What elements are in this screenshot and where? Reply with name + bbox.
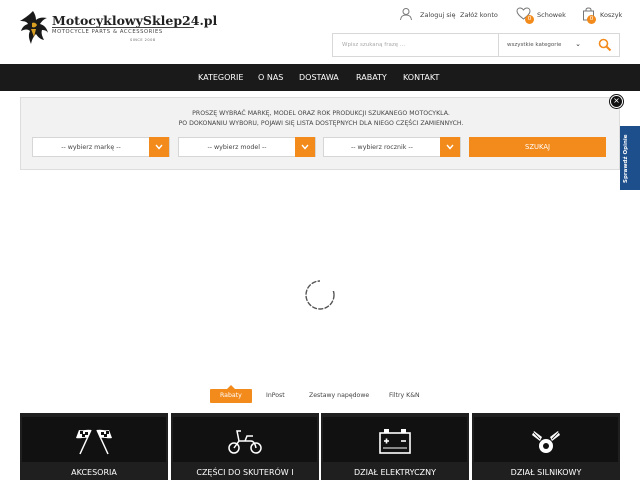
- eagle-logo-icon: [20, 11, 48, 44]
- tab-inpost[interactable]: InPost: [266, 389, 285, 403]
- nav-item-discounts[interactable]: RABATY: [356, 73, 387, 82]
- brand-select-value: -- wybierz markę --: [61, 144, 121, 151]
- nav-item-about[interactable]: O NAS: [258, 73, 283, 82]
- close-icon[interactable]: ×: [610, 95, 623, 108]
- category-card-accessories[interactable]: AKCESORIA: [20, 413, 168, 480]
- nav-item-contact[interactable]: KONTAKT: [403, 73, 439, 82]
- search-category-select[interactable]: wszystkie kategorie ⌄: [498, 34, 589, 56]
- category-card-label: DZIAŁ SILNIKOWY: [510, 468, 582, 477]
- login-link[interactable]: Zaloguj się: [420, 11, 456, 19]
- year-select-value: -- wybierz rocznik --: [351, 144, 413, 151]
- loading-spinner-icon: [305, 279, 336, 310]
- chevron-down-icon: [295, 137, 315, 157]
- reviews-side-tab[interactable]: Sprawdź Opinie: [620, 126, 640, 190]
- chevron-down-icon: [440, 137, 460, 157]
- nav-item-categories[interactable]: KATEGORIE: [198, 73, 243, 82]
- category-card-label: DZIAŁ ELEKTRYCZNY: [353, 468, 437, 477]
- cart-link[interactable]: Koszyk: [600, 11, 622, 19]
- nav-item-delivery[interactable]: DOSTAWA: [299, 73, 339, 82]
- cart-count-badge: 0: [587, 15, 596, 24]
- category-card-electrical[interactable]: DZIAŁ ELEKTRYCZNY: [321, 413, 469, 480]
- wishlist-link[interactable]: Schowek: [537, 11, 566, 19]
- register-link[interactable]: Załóż konto: [460, 11, 498, 19]
- tab-kn-filters[interactable]: Filtry K&N: [389, 389, 420, 403]
- reviews-side-tab-label: Sprawdź Opinie: [623, 134, 629, 184]
- chevron-down-icon: [149, 137, 169, 157]
- brand-select[interactable]: -- wybierz markę --: [32, 137, 170, 157]
- promo-tabs: Rabaty InPost Zestawy napędowe Filtry K&…: [0, 385, 640, 403]
- search-bar: wszystkie kategorie ⌄: [332, 33, 620, 57]
- tab-rabaty[interactable]: Rabaty: [210, 385, 252, 403]
- user-icon[interactable]: [399, 7, 413, 21]
- logo-since: SINCE 2008: [130, 38, 156, 42]
- chevron-down-icon: ⌄: [575, 40, 581, 48]
- year-select[interactable]: -- wybierz rocznik --: [323, 137, 461, 157]
- model-select-value: -- wybierz model --: [207, 144, 267, 151]
- logo-divider: [52, 27, 194, 28]
- battery-icon: [379, 429, 411, 454]
- wishlist-count-badge: 0: [525, 15, 534, 24]
- search-category-value: wszystkie kategorie: [507, 42, 562, 48]
- search-icon: [598, 38, 612, 52]
- category-card-engine[interactable]: DZIAŁ SILNIKOWY: [472, 413, 620, 480]
- motorcycle-filter-panel: PROSZĘ WYBRAĆ MARKĘ, MODEL ORAZ ROK PROD…: [20, 97, 620, 170]
- search-button[interactable]: [589, 34, 619, 56]
- logo-tagline: MOTOCYCLE PARTS & ACCESSORIES: [52, 29, 163, 35]
- logo-brand-text: MotocyklowySklep24.pl: [52, 13, 218, 28]
- engine-icon: [532, 431, 560, 453]
- site-logo[interactable]: MotocyklowySklep24.pl MOTOCYCLE PARTS & …: [19, 9, 217, 46]
- category-card-scooter-parts[interactable]: CZĘŚCI DO SKUTERÓW I: [171, 413, 319, 480]
- search-input[interactable]: [333, 34, 498, 56]
- model-select[interactable]: -- wybierz model --: [178, 137, 316, 157]
- filter-instruction-line2: PO DOKONANIU WYBORU, POJAWI SIĘ LISTA DO…: [178, 120, 464, 127]
- category-card-label: AKCESORIA: [71, 468, 117, 477]
- tab-drive-sets[interactable]: Zestawy napędowe: [309, 389, 369, 403]
- scooter-icon: [228, 430, 262, 454]
- filter-instruction-line1: PROSZĘ WYBRAĆ MARKĘ, MODEL ORAZ ROK PROD…: [192, 110, 450, 117]
- filter-search-button[interactable]: SZUKAJ: [469, 137, 606, 157]
- checkered-flags-icon: [76, 429, 112, 455]
- main-nav: KATEGORIE O NAS DOSTAWA RABATY KONTAKT: [0, 64, 640, 91]
- category-card-label: CZĘŚCI DO SKUTERÓW I: [196, 468, 294, 477]
